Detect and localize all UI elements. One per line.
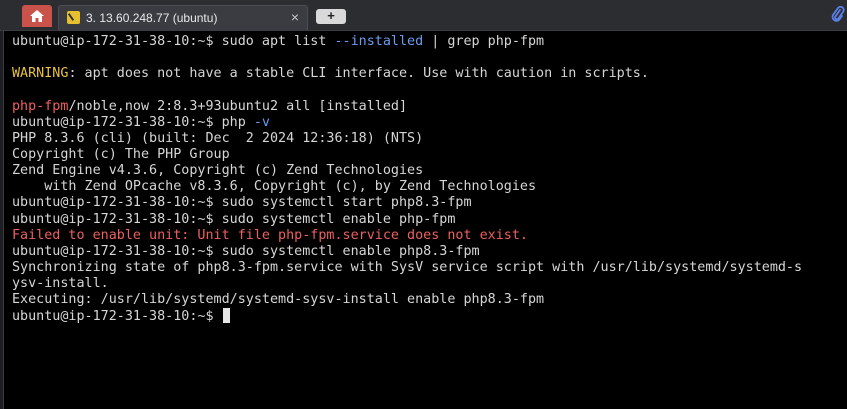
terminal-line: Synchronizing state of php8.3-fpm.servic…	[12, 259, 803, 275]
terminal-line: ubuntu@ip-172-31-38-10:~$	[12, 308, 847, 324]
terminal-line: WARNING: apt does not have a stable CLI …	[12, 66, 847, 82]
terminal-line: ubuntu@ip-172-31-38-10:~$ sudo systemctl…	[12, 195, 472, 211]
terminal-line: ysv-install.	[12, 276, 109, 292]
terminal-line: Executing: /usr/lib/systemd/systemd-sysv…	[12, 292, 545, 308]
terminal-line: ubuntu@ip-172-31-38-10:~$ sudo apt list …	[12, 34, 847, 50]
command-text: | grep php-fpm	[423, 34, 545, 49]
warning-label: WARNING	[12, 66, 69, 82]
terminal-line: ubuntu@ip-172-31-38-10:~$ sudo systemctl…	[12, 211, 456, 227]
terminal-line: with Zend OPcache v8.3.6, Copyright (c),…	[12, 179, 537, 195]
prompt: ubuntu@ip-172-31-38-10:~$	[12, 309, 222, 325]
terminal-output[interactable]: ubuntu@ip-172-31-38-10:~$ sudo apt list …	[3, 31, 847, 409]
home-tab[interactable]	[22, 5, 52, 27]
prompt: ubuntu@ip-172-31-38-10:~$	[12, 114, 222, 130]
error-line: Failed to enable unit: Unit file php-fpm…	[12, 227, 528, 243]
warning-text: : apt does not have a stable CLI interfa…	[68, 66, 649, 82]
terminal-line: php-fpm/noble,now 2:8.3+93ubuntu2 all [i…	[12, 99, 847, 115]
command-flag: --installed	[334, 34, 424, 49]
tab-bar: 3. 13.60.248.77 (ubuntu) × +	[0, 0, 847, 31]
text-cursor	[222, 308, 230, 324]
paperclip-icon[interactable]	[831, 6, 845, 24]
terminal-line: Copyright (c) The PHP Group	[12, 146, 230, 162]
terminal-line: ubuntu@ip-172-31-38-10:~$ sudo systemctl…	[12, 243, 480, 259]
prompt: ubuntu@ip-172-31-38-10:~$	[12, 34, 222, 49]
new-tab-button[interactable]: +	[316, 9, 346, 24]
tab-session[interactable]: 3. 13.60.248.77 (ubuntu) ×	[58, 5, 308, 30]
session-icon	[67, 11, 80, 24]
terminal-line: ubuntu@ip-172-31-38-10:~$ php -v	[12, 115, 847, 131]
close-icon[interactable]: ×	[291, 9, 299, 25]
terminal-line: Zend Engine v4.3.6, Copyright (c) Zend T…	[12, 163, 424, 179]
terminal-line: PHP 8.3.6 (cli) (built: Dec 2 2024 12:36…	[12, 130, 424, 146]
package-name: php-fpm	[12, 98, 69, 114]
command-text: php	[221, 114, 254, 130]
package-details: /noble,now 2:8.3+93ubuntu2 all [installe…	[68, 98, 408, 114]
command-text: sudo apt list	[221, 34, 335, 49]
home-icon	[30, 10, 44, 22]
command-flag: -v	[253, 114, 270, 130]
tab-title: 3. 13.60.248.77 (ubuntu)	[86, 11, 218, 25]
